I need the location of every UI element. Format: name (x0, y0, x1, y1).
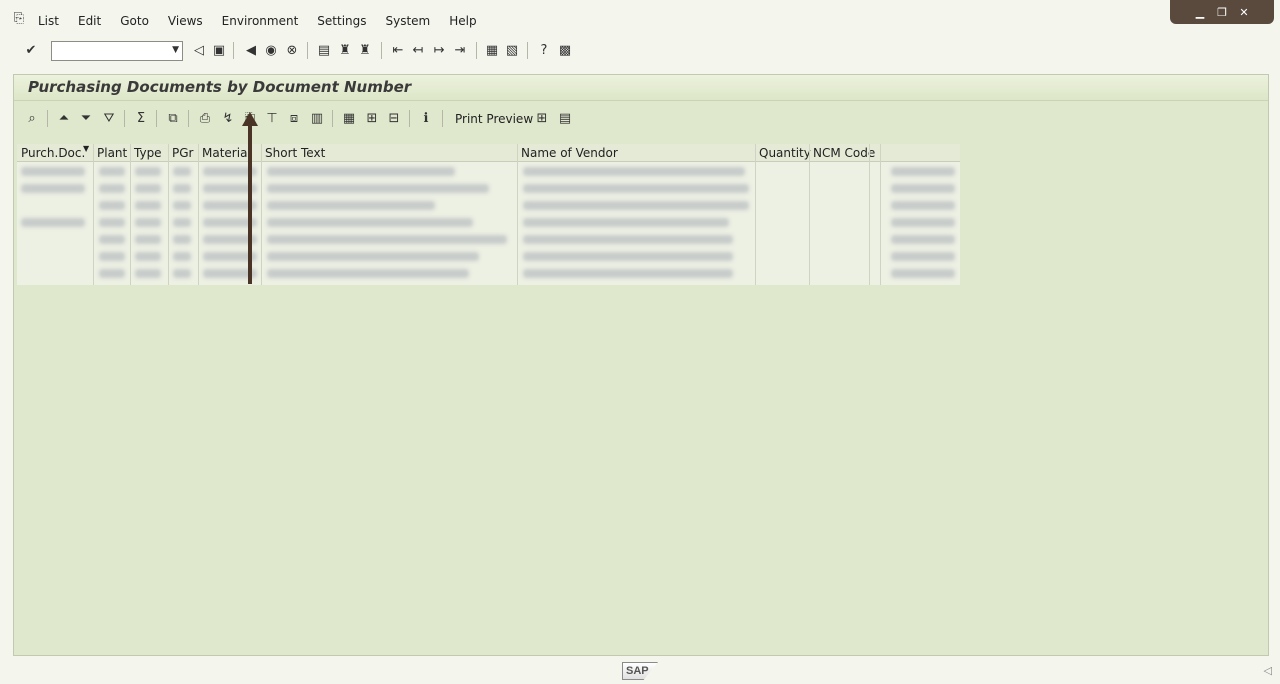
command-field[interactable]: ▼ (51, 41, 183, 61)
sort-indicator-icon: ▼ (83, 144, 90, 153)
table-row[interactable] (17, 248, 960, 265)
print-preview-icon[interactable]: ⎙ (196, 109, 214, 127)
column-header-ncm-code[interactable]: NCM Code (813, 146, 875, 160)
close-icon[interactable]: ✕ (1237, 6, 1251, 19)
menu-item-edit[interactable]: Edit (78, 14, 101, 28)
separator (409, 110, 410, 127)
separator (381, 42, 382, 59)
column-header-vendor-name[interactable]: Name of Vendor (521, 146, 618, 160)
export-icon[interactable]: ↯ (219, 109, 237, 127)
separator (188, 110, 189, 127)
column-header-material[interactable]: Material (202, 146, 251, 160)
find-next-icon[interactable]: ♜ (356, 41, 374, 59)
filter-icon[interactable]: ⛛ (100, 109, 118, 127)
separator (233, 42, 234, 59)
back-icon[interactable]: ◀ (242, 41, 260, 59)
column-header-plant[interactable]: Plant (97, 146, 127, 160)
table-row[interactable] (17, 231, 960, 248)
window-controls: ▁ ❐ ✕ (1170, 0, 1274, 24)
menu-item-system[interactable]: System (386, 14, 431, 28)
column-header-quantity[interactable]: Quantity (759, 146, 811, 160)
choose-layout-icon[interactable]: ⊞ (363, 109, 381, 127)
menu-item-list[interactable]: List (38, 14, 59, 28)
menu-item-help[interactable]: Help (449, 14, 476, 28)
cancel-icon[interactable]: ⊗ (283, 41, 301, 59)
table-row[interactable] (17, 265, 960, 282)
main-panel: Purchasing Documents by Document Number … (13, 74, 1269, 656)
results-grid: Purch.Doc. ▼ Plant Type PGr Material Sho… (17, 144, 960, 285)
preview-window-icon[interactable]: ⊞ (533, 109, 551, 127)
previous-page-icon[interactable]: ↤ (409, 41, 427, 59)
menu-item-goto[interactable]: Goto (120, 14, 149, 28)
menu-item-views[interactable]: Views (168, 14, 203, 28)
information-icon[interactable]: ℹ (417, 109, 435, 127)
table-row[interactable] (17, 197, 960, 214)
table-row[interactable] (17, 163, 960, 180)
separator (47, 110, 48, 127)
annotation-arrow (248, 124, 252, 284)
status-bar: SAP ◁ (0, 658, 1280, 684)
save-layout-icon[interactable]: ⊟ (385, 109, 403, 127)
collapse-icon[interactable]: ◁ (190, 41, 208, 59)
status-bar-toggle-icon[interactable]: ◁ (1264, 664, 1272, 677)
find-icon[interactable]: ♜ (336, 41, 354, 59)
table-row[interactable] (17, 214, 960, 231)
print-setup-icon[interactable]: ▤ (556, 109, 574, 127)
menu-bar: ⎘ List Edit Goto Views Environment Setti… (0, 8, 1280, 36)
separator (156, 110, 157, 127)
title-bar: Purchasing Documents by Document Number (14, 75, 1268, 101)
print-icon[interactable]: ▤ (315, 41, 333, 59)
column-header-purch-doc[interactable]: Purch.Doc. (21, 146, 85, 160)
sap-logo: SAP (622, 662, 658, 680)
menu-item-environment[interactable]: Environment (222, 14, 299, 28)
separator (527, 42, 528, 59)
details-icon[interactable]: ⌕ (23, 109, 41, 127)
next-page-icon[interactable]: ↦ (430, 41, 448, 59)
save-icon[interactable]: ▣ (210, 41, 228, 59)
sort-descending-icon[interactable]: ⏷ (77, 109, 95, 127)
restore-icon[interactable]: ❐ (1215, 6, 1229, 19)
system-toolbar: ✔ ▼ ◁ ▣ ◀ ◉ ⊗ ▤ ♜ ♜ ⇤ ↤ ↦ ⇥ ▦ ▧ ? ▩ (0, 38, 1280, 64)
word-processing-icon[interactable]: ⊤ (263, 109, 281, 127)
print-preview-button[interactable]: Print Preview (455, 112, 533, 126)
separator (476, 42, 477, 59)
local-file-icon[interactable]: ⧈ (285, 109, 303, 127)
total-icon[interactable]: Σ (132, 109, 150, 127)
chevron-down-icon[interactable]: ▼ (172, 45, 179, 55)
exit-icon[interactable]: ◉ (262, 41, 280, 59)
last-page-icon[interactable]: ⇥ (451, 41, 469, 59)
separator (442, 110, 443, 127)
separator (124, 110, 125, 127)
menu-item-settings[interactable]: Settings (317, 14, 366, 28)
menu-exit-icon[interactable]: ⎘ (10, 10, 28, 26)
application-toolbar: ⌕ ⏶ ⏷ ⛛ Σ ⧉ ⎙ ↯ ⎗ ⊤ ⧈ ▥ ▦ ⊞ ⊟ ℹ Print Pr… (14, 106, 1268, 130)
layout-menu-icon[interactable]: ▩ (556, 41, 574, 59)
grid-header: Purch.Doc. ▼ Plant Type PGr Material Sho… (17, 144, 960, 162)
table-row[interactable] (17, 180, 960, 197)
sort-ascending-icon[interactable]: ⏶ (55, 109, 73, 127)
enter-icon[interactable]: ✔ (22, 41, 40, 59)
shortcut-icon[interactable]: ▧ (503, 41, 521, 59)
separator (307, 42, 308, 59)
new-session-icon[interactable]: ▦ (483, 41, 501, 59)
column-header-type[interactable]: Type (134, 146, 162, 160)
subtotal-icon[interactable]: ⧉ (164, 109, 182, 127)
page-title: Purchasing Documents by Document Number (28, 78, 412, 96)
help-icon[interactable]: ? (535, 41, 553, 59)
separator (332, 110, 333, 127)
column-header-short-text[interactable]: Short Text (265, 146, 325, 160)
first-page-icon[interactable]: ⇤ (389, 41, 407, 59)
minimize-icon[interactable]: ▁ (1193, 6, 1207, 19)
column-header-pgr[interactable]: PGr (172, 146, 193, 160)
graphic-icon[interactable]: ▥ (308, 109, 326, 127)
change-layout-icon[interactable]: ▦ (340, 109, 358, 127)
